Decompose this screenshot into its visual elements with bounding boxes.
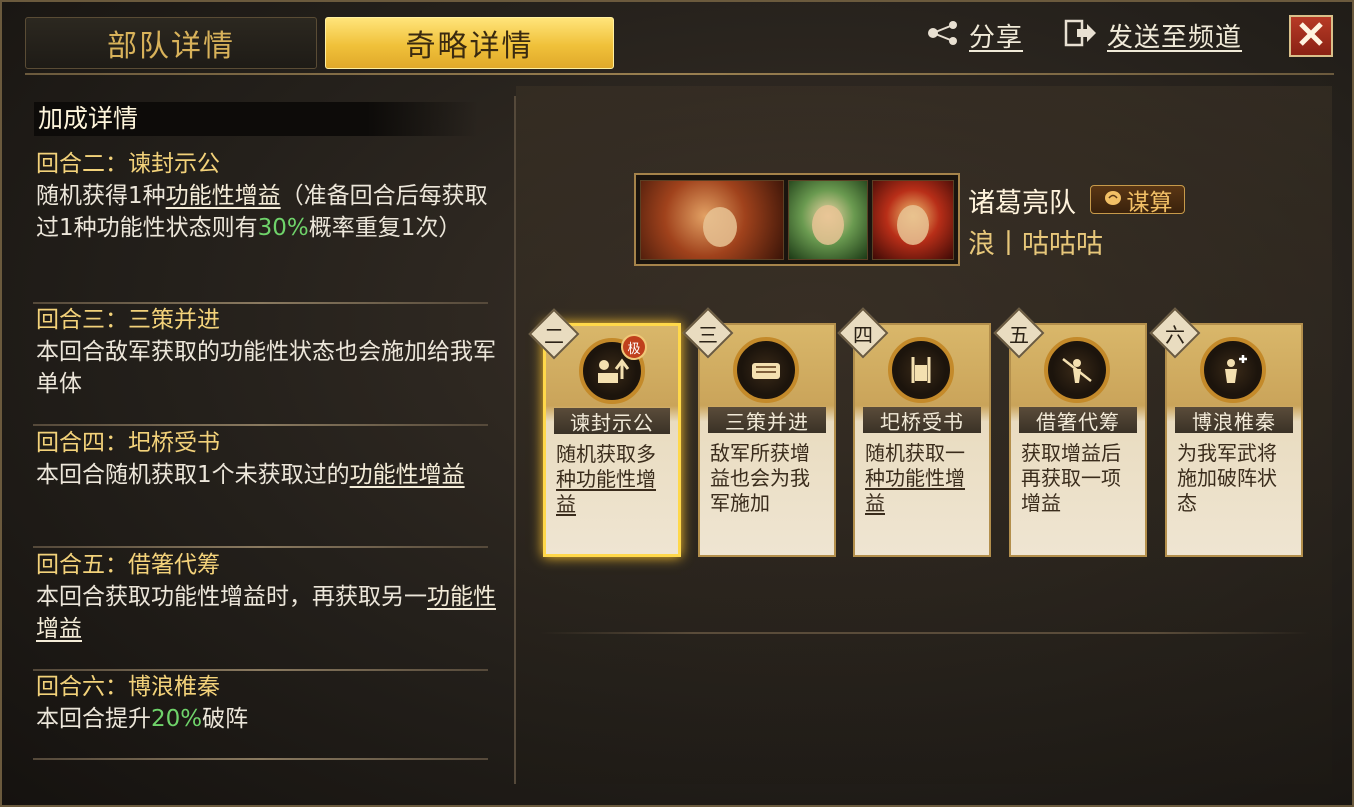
general-portrait-zhuge-liang: [640, 180, 784, 260]
round-three-entry: 回合三：三策并进 本回合敌军获取的功能性状态也会施加给我军单体: [36, 304, 496, 400]
round-text: 本回合获取功能性增益时，再获取另一: [36, 584, 427, 610]
strategy-card-round-five[interactable]: 五 借箸代筹 获取增益后再获取一项增益: [993, 307, 1147, 557]
round-four-entry: 回合四：圯桥受书 本回合随机获取1个未获取过的功能性增益: [36, 427, 496, 491]
card-title: 博浪椎秦: [1175, 407, 1293, 434]
panel-bottom-divider: [540, 632, 1310, 634]
divider: [33, 546, 488, 548]
round-percent: 20%: [151, 706, 203, 732]
share-label: 分享: [969, 22, 1024, 53]
send-icon: [1063, 18, 1099, 52]
share-button[interactable]: 分享: [925, 18, 1024, 53]
round-title: 回合三：三策并进: [36, 307, 220, 333]
bonus-details-panel: 加成详情 回合二：谏封示公 随机获得1种功能性增益（准备回合后每获取过1种功能性…: [28, 95, 496, 760]
functional-buff-link[interactable]: 功能性增益: [166, 183, 281, 209]
round-title: 回合二：谏封示公: [36, 151, 220, 177]
card-title: 圯桥受书: [863, 407, 981, 434]
team-portraits[interactable]: [634, 173, 960, 266]
card-desc: 随机获取一种功能性增益: [865, 441, 965, 515]
brain-icon: [1103, 187, 1123, 213]
divider: [33, 758, 488, 760]
round-title: 回合五：借箸代筹: [36, 552, 220, 578]
close-icon: [1297, 20, 1325, 52]
round-two-entry: 回合二：谏封示公 随机获得1种功能性增益（准备回合后每获取过1种功能性状态则有3…: [36, 148, 496, 244]
divider: [33, 424, 488, 426]
general-portrait-3: [872, 180, 954, 260]
strategy-card-round-three[interactable]: 三 三策并进 敌军所获增益也会为我军施加: [682, 307, 836, 557]
close-button[interactable]: [1289, 15, 1333, 57]
badge-label: 谋算: [1126, 189, 1173, 216]
round-title: 回合六：博浪椎秦: [36, 674, 220, 700]
functional-buff-link[interactable]: 功能性增益: [350, 462, 465, 488]
card-title: 借箸代筹: [1019, 407, 1137, 434]
strategy-card-round-six[interactable]: 六 博浪椎秦 为我军武将施加破阵状态: [1149, 307, 1303, 557]
round-text: 本回合敌军获取的功能性状态也会施加给我军单体: [36, 339, 496, 397]
team-name: 诸葛亮队: [968, 188, 1076, 219]
round-text: 本回合随机获取1个未获取过的: [36, 462, 350, 488]
bonus-badge: 极: [621, 334, 647, 360]
player-name: 浪丨咕咕咕: [968, 229, 1103, 260]
round-text: 随机获得1种: [36, 183, 166, 209]
share-icon: [925, 20, 961, 50]
strategy-card-round-four[interactable]: 四 圯桥受书 随机获取一种功能性增益: [837, 307, 991, 557]
tab-strategy-details[interactable]: 奇略详情: [325, 17, 614, 69]
scroll-icon: [733, 337, 799, 403]
round-title: 回合四：圯桥受书: [36, 430, 220, 456]
card-desc: 敌军所获增益也会为我军施加: [710, 441, 810, 515]
round-five-entry: 回合五：借箸代筹 本回合获取功能性增益时，再获取另一功能性增益: [36, 549, 496, 645]
card-title: 三策并进: [708, 407, 826, 434]
round-text: 概率重复1次）: [308, 215, 462, 241]
round-text: 本回合提升: [36, 706, 151, 732]
card-desc: 为我军武将施加破阵状态: [1177, 441, 1277, 515]
round-percent: 30%: [257, 215, 309, 241]
send-label: 发送至频道: [1107, 22, 1243, 53]
spear-warrior-icon: [1044, 337, 1110, 403]
send-to-channel-button[interactable]: 发送至频道: [1063, 18, 1243, 53]
general-portrait-2: [788, 180, 868, 260]
topbar-divider: [25, 73, 1334, 75]
strategy-card-round-two[interactable]: 二 极 谏封示公 随机获取多种功能性增益: [528, 308, 681, 557]
warrior-plus-icon: [1200, 337, 1266, 403]
round-six-entry: 回合六：博浪椎秦 本回合提升20%破阵: [36, 671, 496, 735]
buff-up-icon: 极: [579, 334, 647, 404]
tab-troop-details[interactable]: 部队详情: [25, 17, 317, 69]
sword-shield-icon: [888, 337, 954, 403]
strategy-type-badge: 谋算: [1090, 185, 1185, 216]
card-desc: 随机获取多种功能性增益: [556, 442, 656, 516]
panel-title: 加成详情: [34, 102, 478, 136]
card-title: 谏封示公: [554, 408, 670, 435]
card-desc: 获取增益后再获取一项增益: [1021, 441, 1121, 515]
round-text: 破阵: [202, 706, 249, 732]
